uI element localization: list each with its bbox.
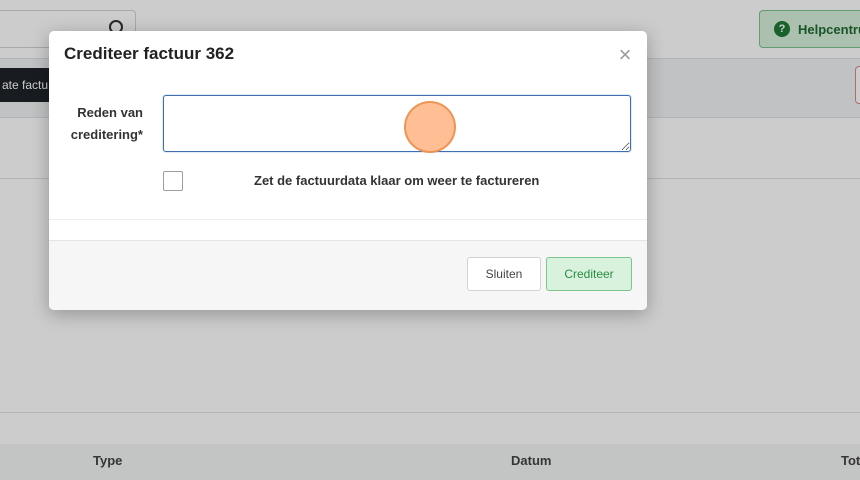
credit-reason-textarea[interactable] (163, 95, 631, 152)
click-indicator (404, 101, 456, 153)
reason-label-line-2: creditering* (70, 127, 143, 142)
credit-button[interactable]: Crediteer (546, 257, 632, 291)
reason-label: Reden van creditering* (59, 102, 143, 146)
modal-body-divider (49, 219, 647, 220)
modal-title: Crediteer factuur 362 (64, 44, 235, 63)
credit-invoice-modal: Crediteer factuur 362 × Reden van credit… (49, 31, 647, 310)
close-icon[interactable]: × (615, 44, 635, 66)
rebill-checkbox-label[interactable]: Zet de factuurdata klaar om weer te fact… (254, 173, 539, 188)
reason-label-line-1: Reden van (77, 105, 143, 120)
modal-footer: Sluiten Crediteer (49, 240, 647, 310)
app-root: ? Helpcentrum ate factu Type Datum Tot C… (0, 0, 860, 480)
close-button[interactable]: Sluiten (467, 257, 541, 291)
rebill-checkbox[interactable] (163, 171, 183, 191)
